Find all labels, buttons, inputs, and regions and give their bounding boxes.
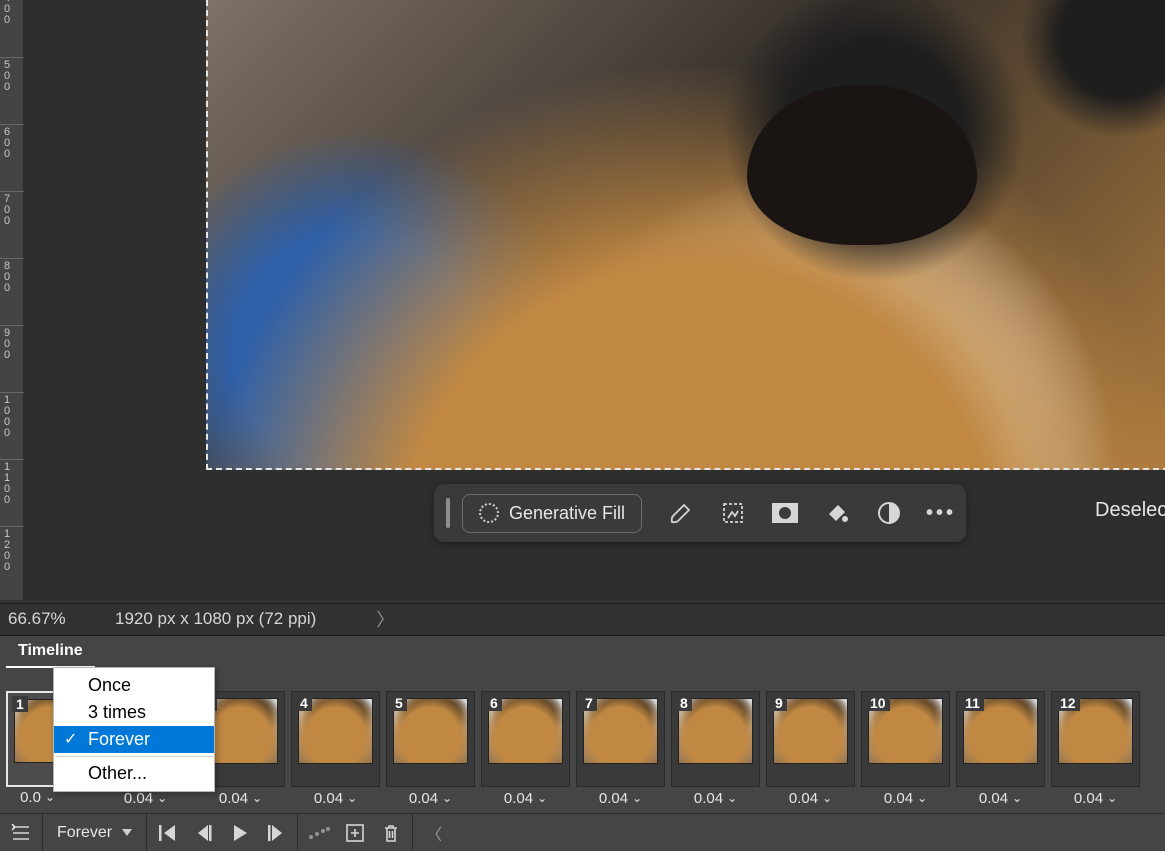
frame-delay-value: 0.04	[884, 790, 913, 807]
chevron-down-icon: ⌄	[157, 791, 167, 805]
timeline-playbar: Forever	[0, 813, 1165, 851]
scroll-left-icon[interactable]: 〈	[423, 822, 445, 844]
frame-number: 8	[676, 695, 692, 711]
loop-playback-dropdown[interactable]: Forever	[53, 824, 136, 842]
timeline-frame[interactable]: 50.04⌄	[386, 691, 475, 787]
adjustment-icon[interactable]	[876, 500, 902, 526]
frame-number: 11	[961, 695, 984, 711]
menu-divider	[55, 756, 213, 757]
frame-number: 4	[296, 695, 312, 711]
chevron-down-icon: ⌄	[822, 791, 832, 805]
taskbar-drag-handle[interactable]	[446, 498, 450, 528]
frame-delay-dropdown[interactable]: 0.04 ⌄	[672, 788, 759, 808]
contextual-task-bar: Generative Fill •••	[434, 484, 966, 542]
convert-timeline-icon[interactable]	[10, 822, 32, 844]
tween-button[interactable]	[308, 822, 330, 844]
status-bar: 66.67% 1920 px x 1080 px (72 ppi) 〉	[0, 603, 1165, 633]
loop-options-menu: Once3 timesForever Other...	[53, 667, 215, 792]
chevron-down-icon: ⌄	[1107, 791, 1117, 805]
mask-icon[interactable]	[772, 500, 798, 526]
timeline-frame[interactable]: 110.04⌄	[956, 691, 1045, 787]
document-image[interactable]	[206, 0, 1165, 470]
first-frame-button[interactable]	[157, 822, 179, 844]
generative-fill-button[interactable]: Generative Fill	[462, 494, 642, 533]
deselect-button[interactable]: Deselec	[1095, 499, 1165, 522]
frame-delay-dropdown[interactable]: 0.04 ⌄	[767, 788, 854, 808]
frame-number: 6	[486, 695, 502, 711]
chevron-down-icon: ⌄	[917, 791, 927, 805]
loop-menu-item[interactable]: Forever	[54, 726, 214, 753]
fill-bucket-icon[interactable]	[824, 500, 850, 526]
chevron-down-icon: ⌄	[442, 791, 452, 805]
generative-fill-label: Generative Fill	[509, 503, 625, 524]
frame-number: 9	[771, 695, 787, 711]
timeline-frame[interactable]: 40.04⌄	[291, 691, 380, 787]
frame-delay-value: 0.04	[314, 790, 343, 807]
frame-delay-dropdown[interactable]: 0.04 ⌄	[957, 788, 1044, 808]
chevron-down-icon: ⌄	[347, 791, 357, 805]
loop-menu-item[interactable]: 3 times	[54, 699, 214, 726]
delete-frame-button[interactable]	[380, 822, 402, 844]
frame-delay-dropdown[interactable]: 0.04 ⌄	[862, 788, 949, 808]
frame-delay-dropdown[interactable]: 0.04 ⌄	[482, 788, 569, 808]
timeline-frame[interactable]: 120.04⌄	[1051, 691, 1140, 787]
timeline-frame[interactable]: 100.04⌄	[861, 691, 950, 787]
timeline-frame[interactable]: 80.04⌄	[671, 691, 760, 787]
chevron-down-icon: ⌄	[1012, 791, 1022, 805]
timeline-frame[interactable]: 90.04⌄	[766, 691, 855, 787]
frame-delay-value: 0.0	[20, 789, 41, 806]
document-info[interactable]: 1920 px x 1080 px (72 ppi)	[115, 609, 316, 629]
chevron-down-icon: ⌄	[252, 791, 262, 805]
frame-number: 12	[1056, 695, 1080, 711]
status-bar-chevron-icon[interactable]: 〉	[376, 606, 394, 632]
frame-delay-value: 0.04	[504, 790, 533, 807]
chevron-down-icon: ⌄	[632, 791, 642, 805]
chevron-down-icon	[122, 829, 132, 836]
frame-delay-dropdown[interactable]: 0.04 ⌄	[577, 788, 664, 808]
more-icon[interactable]: •••	[928, 500, 954, 526]
frame-number: 5	[391, 695, 407, 711]
frame-delay-value: 0.04	[409, 790, 438, 807]
frame-delay-value: 0.04	[694, 790, 723, 807]
frame-delay-value: 0.04	[789, 790, 818, 807]
timeline-frame[interactable]: 60.04⌄	[481, 691, 570, 787]
frame-number: 10	[866, 695, 890, 711]
frame-delay-dropdown[interactable]: 0.0 ⌄	[5, 787, 55, 807]
loop-playback-label: Forever	[57, 824, 112, 842]
frame-delay-dropdown[interactable]: 0.04 ⌄	[387, 788, 474, 808]
frame-number: 7	[581, 695, 597, 711]
timeline-frame[interactable]: 70.04⌄	[576, 691, 665, 787]
zoom-level[interactable]: 66.67%	[0, 609, 115, 629]
loop-menu-item[interactable]: Once	[54, 672, 214, 699]
frame-delay-dropdown[interactable]: 0.04 ⌄	[292, 788, 379, 808]
frame-delay-value: 0.04	[979, 790, 1008, 807]
sparkle-icon	[479, 503, 499, 523]
timeline-tab-label: Timeline	[18, 642, 83, 659]
brush-icon[interactable]	[668, 500, 694, 526]
new-frame-button[interactable]	[344, 822, 366, 844]
frame-number: 1	[12, 696, 28, 712]
frame-delay-dropdown[interactable]: 0.04 ⌄	[1052, 788, 1139, 808]
frame-delay-value: 0.04	[219, 790, 248, 807]
next-frame-button[interactable]	[265, 822, 287, 844]
chevron-down-icon: ⌄	[45, 790, 55, 804]
frame-delay-value: 0.04	[124, 790, 153, 807]
loop-menu-other[interactable]: Other...	[54, 760, 214, 787]
select-subject-icon[interactable]	[720, 500, 746, 526]
chevron-down-icon: ⌄	[537, 791, 547, 805]
tab-timeline[interactable]: Timeline	[6, 636, 95, 668]
prev-frame-button[interactable]	[193, 822, 215, 844]
play-button[interactable]	[229, 822, 251, 844]
vertical-ruler: 400500600700800900100011001200	[0, 0, 24, 600]
chevron-down-icon: ⌄	[727, 791, 737, 805]
frame-delay-value: 0.04	[1074, 790, 1103, 807]
frame-delay-value: 0.04	[599, 790, 628, 807]
